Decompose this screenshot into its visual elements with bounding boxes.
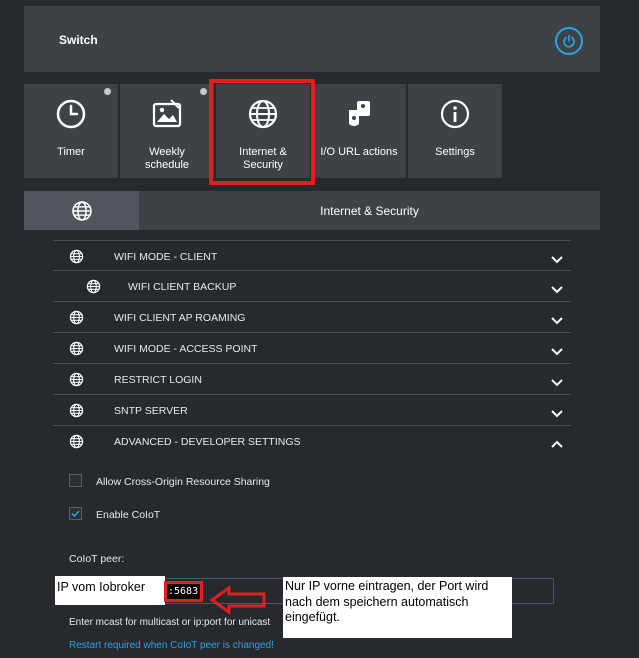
power-button[interactable] xyxy=(555,27,583,55)
accordion-row[interactable]: ADVANCED - DEVELOPER SETTINGS xyxy=(53,426,571,457)
peer-port-value: :5683 xyxy=(164,581,203,602)
left-arrow-icon xyxy=(209,585,266,615)
tab-strip: Timer Weekly schedule Internet & Securit… xyxy=(24,84,624,178)
row-label: ADVANCED - DEVELOPER SETTINGS xyxy=(114,436,301,448)
highlight-box xyxy=(209,79,315,185)
ip-annotation: IP vom Iobroker xyxy=(55,576,165,605)
row-label: WIFI MODE - CLIENT xyxy=(114,251,218,263)
chevron-down-icon[interactable] xyxy=(551,405,563,423)
section-title: Internet & Security xyxy=(320,204,419,218)
accordion-row[interactable]: WIFI MODE - ACCESS POINT xyxy=(53,333,571,364)
peer-hint: Enter mcast for multicast or ip:port for… xyxy=(69,617,271,628)
peer-label: CoIoT peer: xyxy=(69,553,125,565)
power-icon xyxy=(563,34,575,48)
header-bar: Switch xyxy=(24,6,600,72)
checkmark-icon xyxy=(71,510,80,518)
row-label: RESTRICT LOGIN xyxy=(114,374,202,386)
chevron-down-icon[interactable] xyxy=(551,281,563,299)
restart-warning: Restart required when CoIoT peer is chan… xyxy=(69,640,274,651)
status-dot xyxy=(200,88,207,95)
globe-icon xyxy=(71,200,92,221)
clock-icon xyxy=(56,99,86,129)
cors-label: Allow Cross-Origin Resource Sharing xyxy=(96,476,270,488)
info-icon xyxy=(440,99,470,129)
tab-label: I/O URL actions xyxy=(320,146,398,158)
globe-icon xyxy=(69,341,84,356)
tab-io-url-actions[interactable]: I/O URL actions xyxy=(312,84,406,178)
settings-list: WIFI MODE - CLIENT WIFI CLIENT BACKUP WIFI… xyxy=(53,240,571,457)
globe-icon xyxy=(69,310,84,325)
tab-weekly-schedule[interactable]: Weekly schedule xyxy=(120,84,214,178)
row-icon xyxy=(69,372,84,392)
chevron-down-icon[interactable] xyxy=(551,251,563,269)
chevron-down-icon[interactable] xyxy=(551,374,563,392)
coiot-checkbox[interactable] xyxy=(69,507,82,520)
tab-settings[interactable]: Settings xyxy=(408,84,502,178)
row-icon xyxy=(69,434,84,454)
accordion-row[interactable]: WIFI CLIENT BACKUP xyxy=(53,271,571,302)
row-icon xyxy=(86,279,101,299)
status-dot xyxy=(104,88,111,95)
globe-icon xyxy=(69,434,84,449)
chevron-up-icon[interactable] xyxy=(551,436,563,454)
globe-icon xyxy=(86,279,101,294)
row-label: WIFI CLIENT BACKUP xyxy=(128,281,237,293)
port-annotation: Nur IP vorne eintragen, der Port wird na… xyxy=(283,577,512,638)
accordion-row[interactable]: SNTP SERVER xyxy=(53,395,571,426)
tab-timer[interactable]: Timer xyxy=(24,84,118,178)
row-icon xyxy=(69,310,84,330)
accordion-row[interactable]: RESTRICT LOGIN xyxy=(53,364,571,395)
section-icon-cell xyxy=(24,191,139,230)
globe-icon xyxy=(69,249,84,264)
globe-icon xyxy=(69,372,84,387)
coiot-label: Enable CoIoT xyxy=(96,509,161,521)
device-title: Switch xyxy=(59,33,98,47)
accordion-row[interactable]: WIFI MODE - CLIENT xyxy=(53,240,571,271)
io-url-icon xyxy=(349,101,370,126)
globe-icon xyxy=(69,403,84,418)
row-icon xyxy=(69,403,84,423)
tab-label: Timer xyxy=(57,146,85,158)
accordion-row[interactable]: WIFI CLIENT AP ROAMING xyxy=(53,302,571,333)
row-label: WIFI CLIENT AP ROAMING xyxy=(114,312,246,324)
chevron-down-icon[interactable] xyxy=(551,343,563,361)
tab-label: Settings xyxy=(435,146,475,158)
row-label: WIFI MODE - ACCESS POINT xyxy=(114,343,258,355)
calendar-image-icon xyxy=(152,99,182,128)
row-label: SNTP SERVER xyxy=(114,405,188,417)
row-icon xyxy=(69,249,84,269)
row-icon xyxy=(69,341,84,361)
tab-label: Weekly schedule xyxy=(144,146,190,171)
section-header: Internet & Security xyxy=(24,191,600,230)
chevron-down-icon[interactable] xyxy=(551,312,563,330)
cors-checkbox[interactable] xyxy=(69,474,82,487)
